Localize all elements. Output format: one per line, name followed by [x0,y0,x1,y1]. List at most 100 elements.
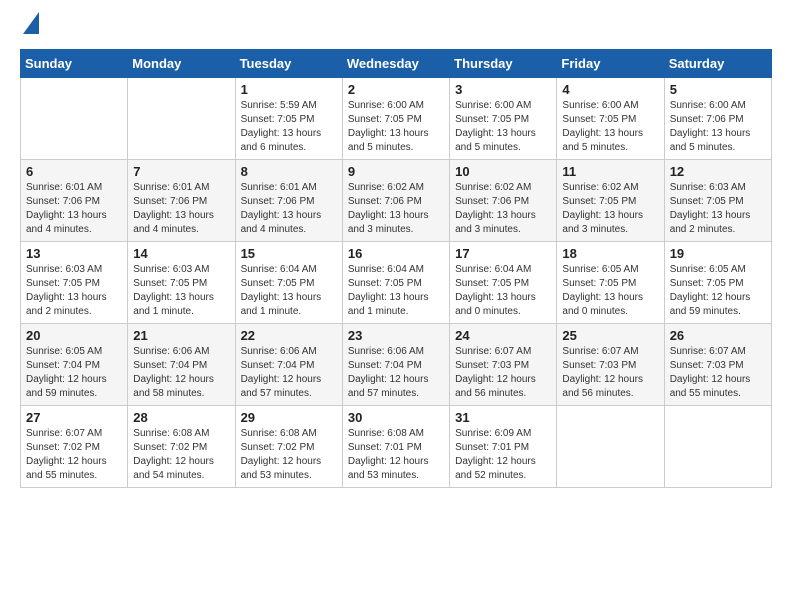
day-info: Sunrise: 6:02 AM Sunset: 7:05 PM Dayligh… [562,181,658,237]
day-number: 19 [670,246,766,261]
calendar-cell: 12 Sunrise: 6:03 AM Sunset: 7:05 PM Dayli… [664,160,771,242]
day-number: 21 [133,328,229,343]
week-row-2: 13 Sunrise: 6:03 AM Sunset: 7:05 PM Dayli… [21,242,772,324]
calendar-cell: 10 Sunrise: 6:02 AM Sunset: 7:06 PM Dayli… [450,160,557,242]
day-info: Sunrise: 6:07 AM Sunset: 7:03 PM Dayligh… [670,345,766,401]
calendar-cell: 7Sunrise: 6:01 AM Sunset: 7:06 PM Daylig… [128,160,235,242]
calendar-cell: 18 Sunrise: 6:05 AM Sunset: 7:05 PM Dayli… [557,242,664,324]
day-number: 1 [241,82,337,97]
day-info: Sunrise: 6:02 AM Sunset: 7:06 PM Dayligh… [348,181,444,237]
day-info: Sunrise: 6:04 AM Sunset: 7:05 PM Dayligh… [241,263,337,319]
calendar-cell: 5Sunrise: 6:00 AM Sunset: 7:06 PM Daylig… [664,78,771,160]
calendar-table: SundayMondayTuesdayWednesdayThursdayFrid… [20,49,772,488]
weekday-header-wednesday: Wednesday [342,50,449,78]
calendar-cell: 14 Sunrise: 6:03 AM Sunset: 7:05 PM Dayli… [128,242,235,324]
calendar-cell: 30Sunrise: 6:08 AM Sunset: 7:01 PM Dayli… [342,406,449,488]
calendar-cell: 9 Sunrise: 6:02 AM Sunset: 7:06 PM Daylig… [342,160,449,242]
day-number: 2 [348,82,444,97]
logo [20,20,39,39]
weekday-header-saturday: Saturday [664,50,771,78]
day-info: Sunrise: 6:09 AM Sunset: 7:01 PM Dayligh… [455,427,551,483]
calendar-cell: 24Sunrise: 6:07 AM Sunset: 7:03 PM Dayli… [450,324,557,406]
day-number: 28 [133,410,229,425]
day-info: Sunrise: 6:00 AM Sunset: 7:05 PM Dayligh… [562,99,658,155]
weekday-header-sunday: Sunday [21,50,128,78]
day-number: 31 [455,410,551,425]
day-info: Sunrise: 6:04 AM Sunset: 7:05 PM Dayligh… [455,263,551,319]
day-number: 17 [455,246,551,261]
day-number: 11 [562,164,658,179]
calendar-cell: 27Sunrise: 6:07 AM Sunset: 7:02 PM Dayli… [21,406,128,488]
day-info: Sunrise: 6:08 AM Sunset: 7:02 PM Dayligh… [133,427,229,483]
calendar-cell: 17 Sunrise: 6:04 AM Sunset: 7:05 PM Dayli… [450,242,557,324]
day-number: 6 [26,164,122,179]
calendar-cell: 28 Sunrise: 6:08 AM Sunset: 7:02 PM Dayli… [128,406,235,488]
weekday-header-monday: Monday [128,50,235,78]
calendar-cell: 26 Sunrise: 6:07 AM Sunset: 7:03 PM Dayli… [664,324,771,406]
week-row-4: 27Sunrise: 6:07 AM Sunset: 7:02 PM Dayli… [21,406,772,488]
week-row-3: 20 Sunrise: 6:05 AM Sunset: 7:04 PM Dayli… [21,324,772,406]
day-info: Sunrise: 6:02 AM Sunset: 7:06 PM Dayligh… [455,181,551,237]
day-number: 13 [26,246,122,261]
day-number: 29 [241,410,337,425]
day-number: 8 [241,164,337,179]
day-info: Sunrise: 6:06 AM Sunset: 7:04 PM Dayligh… [241,345,337,401]
day-number: 7 [133,164,229,179]
weekday-header-tuesday: Tuesday [235,50,342,78]
day-info: Sunrise: 6:03 AM Sunset: 7:05 PM Dayligh… [133,263,229,319]
day-info: Sunrise: 6:05 AM Sunset: 7:04 PM Dayligh… [26,345,122,401]
calendar-cell [21,78,128,160]
day-info: Sunrise: 6:06 AM Sunset: 7:04 PM Dayligh… [133,345,229,401]
day-info: Sunrise: 6:06 AM Sunset: 7:04 PM Dayligh… [348,345,444,401]
day-info: Sunrise: 6:00 AM Sunset: 7:05 PM Dayligh… [348,99,444,155]
day-number: 10 [455,164,551,179]
calendar-header: SundayMondayTuesdayWednesdayThursdayFrid… [21,50,772,78]
day-info: Sunrise: 6:08 AM Sunset: 7:02 PM Dayligh… [241,427,337,483]
calendar-cell: 3 Sunrise: 6:00 AM Sunset: 7:05 PM Daylig… [450,78,557,160]
calendar-cell: 11 Sunrise: 6:02 AM Sunset: 7:05 PM Dayli… [557,160,664,242]
calendar-cell [557,406,664,488]
day-info: Sunrise: 6:03 AM Sunset: 7:05 PM Dayligh… [670,181,766,237]
day-number: 26 [670,328,766,343]
day-info: Sunrise: 6:03 AM Sunset: 7:05 PM Dayligh… [26,263,122,319]
calendar-cell: 23 Sunrise: 6:06 AM Sunset: 7:04 PM Dayli… [342,324,449,406]
day-info: Sunrise: 6:05 AM Sunset: 7:05 PM Dayligh… [562,263,658,319]
day-info: Sunrise: 6:00 AM Sunset: 7:05 PM Dayligh… [455,99,551,155]
calendar-cell: 21 Sunrise: 6:06 AM Sunset: 7:04 PM Dayli… [128,324,235,406]
calendar-cell: 2 Sunrise: 6:00 AM Sunset: 7:05 PM Daylig… [342,78,449,160]
day-number: 18 [562,246,658,261]
day-number: 23 [348,328,444,343]
weekday-header-friday: Friday [557,50,664,78]
day-number: 22 [241,328,337,343]
calendar-cell: 19 Sunrise: 6:05 AM Sunset: 7:05 PM Dayli… [664,242,771,324]
weekday-row: SundayMondayTuesdayWednesdayThursdayFrid… [21,50,772,78]
day-number: 5 [670,82,766,97]
calendar-cell: 22 Sunrise: 6:06 AM Sunset: 7:04 PM Dayli… [235,324,342,406]
day-info: Sunrise: 6:05 AM Sunset: 7:05 PM Dayligh… [670,263,766,319]
page-header [20,20,772,39]
day-info: Sunrise: 6:04 AM Sunset: 7:05 PM Dayligh… [348,263,444,319]
calendar-cell: 31 Sunrise: 6:09 AM Sunset: 7:01 PM Dayli… [450,406,557,488]
day-number: 3 [455,82,551,97]
day-number: 20 [26,328,122,343]
day-number: 4 [562,82,658,97]
day-info: Sunrise: 6:07 AM Sunset: 7:02 PM Dayligh… [26,427,122,483]
calendar-cell: 29 Sunrise: 6:08 AM Sunset: 7:02 PM Dayli… [235,406,342,488]
logo-icon [23,12,39,34]
day-number: 25 [562,328,658,343]
calendar-cell: 13 Sunrise: 6:03 AM Sunset: 7:05 PM Dayli… [21,242,128,324]
calendar-body: 1Sunrise: 5:59 AM Sunset: 7:05 PM Daylig… [21,78,772,488]
day-number: 30 [348,410,444,425]
day-number: 9 [348,164,444,179]
day-info: Sunrise: 6:07 AM Sunset: 7:03 PM Dayligh… [562,345,658,401]
calendar-cell [128,78,235,160]
weekday-header-thursday: Thursday [450,50,557,78]
day-info: Sunrise: 6:01 AM Sunset: 7:06 PM Dayligh… [26,181,122,237]
day-number: 12 [670,164,766,179]
day-number: 14 [133,246,229,261]
calendar-cell [664,406,771,488]
calendar-cell: 1Sunrise: 5:59 AM Sunset: 7:05 PM Daylig… [235,78,342,160]
day-info: Sunrise: 6:07 AM Sunset: 7:03 PM Dayligh… [455,345,551,401]
calendar-cell: 8Sunrise: 6:01 AM Sunset: 7:06 PM Daylig… [235,160,342,242]
day-number: 15 [241,246,337,261]
